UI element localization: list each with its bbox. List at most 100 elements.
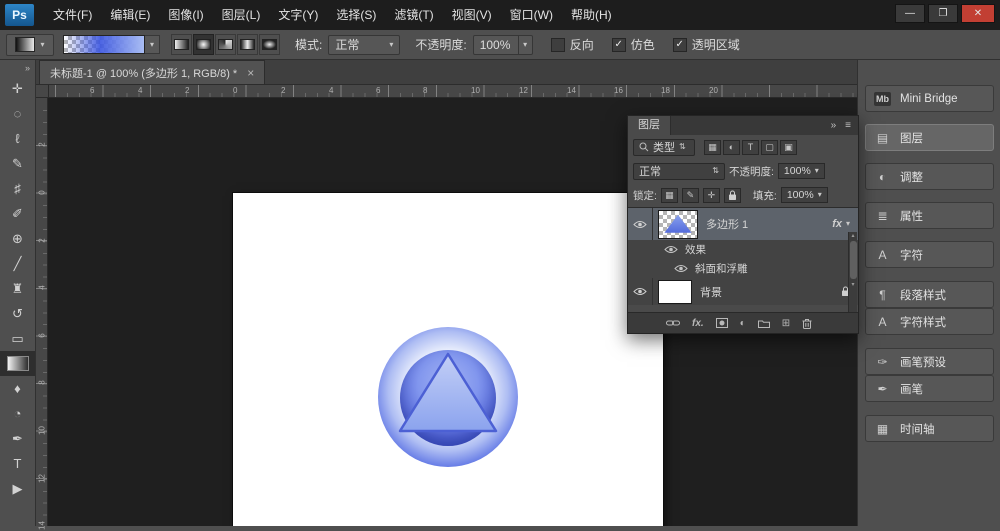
menu-type[interactable]: 文字(Y): [269, 0, 327, 30]
spot-healing-brush-tool[interactable]: ⊕: [0, 226, 35, 251]
type-tool[interactable]: T: [0, 451, 35, 476]
scroll-down-icon[interactable]: ▾: [851, 281, 854, 288]
lock-transparency-icon[interactable]: ▦: [661, 188, 678, 203]
dodge-tool[interactable]: ◔: [0, 401, 35, 426]
link-layers-icon[interactable]: [666, 319, 680, 327]
visibility-eye-icon[interactable]: [628, 278, 653, 305]
filter-smart-object-icon[interactable]: ▣: [780, 140, 797, 155]
lasso-tool[interactable]: ℓ: [0, 126, 35, 151]
dock-item-brush-presets[interactable]: ✑ 画笔预设: [865, 348, 994, 375]
tool-preset-picker[interactable]: ▾: [6, 34, 54, 56]
clone-stamp-tool[interactable]: ♜: [0, 276, 35, 301]
gradient-tool[interactable]: [0, 351, 35, 376]
maximize-button[interactable]: ❐: [928, 4, 958, 23]
tab-close-icon[interactable]: ×: [247, 67, 254, 79]
menu-image[interactable]: 图像(I): [159, 0, 212, 30]
minimize-button[interactable]: —: [895, 4, 925, 23]
panel-collapse-icon[interactable]: »: [831, 120, 837, 131]
lock-all-icon[interactable]: [724, 188, 741, 203]
bevel-emboss-row[interactable]: 斜面和浮雕: [628, 259, 858, 278]
dock-item-layers[interactable]: ▤ 图层: [865, 124, 994, 151]
dock-item-paragraph-styles[interactable]: ¶ 段落样式: [865, 281, 994, 308]
add-layer-style-icon[interactable]: fx.: [692, 318, 704, 329]
elliptical-marquee-tool[interactable]: ◌: [0, 101, 35, 126]
brush-tool[interactable]: ╱: [0, 251, 35, 276]
dither-checkbox[interactable]: ✓ 仿色: [612, 36, 655, 53]
layer-filter-select[interactable]: 类型 ⇅: [633, 139, 695, 156]
close-button[interactable]: ✕: [961, 4, 995, 23]
pen-tool[interactable]: ✒: [0, 426, 35, 451]
reflected-gradient-button[interactable]: [237, 34, 258, 55]
delete-layer-icon[interactable]: [802, 318, 812, 329]
document-tab[interactable]: 未标题-1 @ 100% (多边形 1, RGB/8) * ×: [39, 60, 265, 84]
effects-label[interactable]: 效果: [685, 242, 706, 257]
panel-menu-icon[interactable]: ≡: [845, 120, 851, 131]
dock-item-brush[interactable]: ✒ 画笔: [865, 375, 994, 402]
new-layer-icon[interactable]: ⊞: [782, 318, 790, 329]
scroll-up-icon[interactable]: ▴: [851, 232, 854, 239]
layer-row-background[interactable]: 背景: [628, 278, 858, 305]
layer-effects-row[interactable]: 效果: [628, 240, 858, 259]
angle-gradient-button[interactable]: [215, 34, 236, 55]
fill-value-field[interactable]: 100% ▾: [781, 187, 828, 203]
scrollbar-thumb[interactable]: [850, 241, 857, 279]
eyedropper-tool[interactable]: ✐: [0, 201, 35, 226]
radial-gradient-button[interactable]: [193, 34, 214, 55]
history-brush-tool[interactable]: ↺: [0, 301, 35, 326]
visibility-eye-icon[interactable]: [674, 264, 688, 273]
filter-shape-layers-icon[interactable]: ▢: [761, 140, 778, 155]
lock-position-icon[interactable]: ✛: [703, 188, 720, 203]
gradient-picker-arrow[interactable]: ▾: [145, 35, 160, 54]
filter-pixel-layers-icon[interactable]: ▦: [704, 140, 721, 155]
menu-filter[interactable]: 滤镜(T): [385, 0, 442, 30]
blend-mode-select[interactable]: 正常 ▾: [328, 35, 400, 55]
crop-tool[interactable]: ♯: [0, 176, 35, 201]
opacity-value-field[interactable]: 100%: [473, 35, 519, 55]
quick-selection-tool[interactable]: ✎: [0, 151, 35, 176]
dock-item-adjustments[interactable]: ◐ 调整: [865, 163, 994, 190]
menu-window[interactable]: 窗口(W): [501, 0, 562, 30]
lock-pixels-icon[interactable]: ✎: [682, 188, 699, 203]
path-selection-tool[interactable]: ▶: [0, 476, 35, 501]
dock-item-character[interactable]: A 字符: [865, 241, 994, 268]
layers-panel-tab[interactable]: 图层: [628, 116, 671, 135]
artboard[interactable]: [233, 193, 663, 526]
background-thumbnail[interactable]: [658, 280, 692, 304]
dock-item-timeline[interactable]: ▦ 时间轴: [865, 415, 994, 442]
opacity-dropdown-arrow[interactable]: ▾: [519, 35, 533, 55]
blur-tool[interactable]: ♦: [0, 376, 35, 401]
new-adjustment-layer-icon[interactable]: ◐: [740, 318, 746, 329]
layer-opacity-field[interactable]: 100% ▾: [778, 163, 825, 179]
background-layer-name[interactable]: 背景: [700, 284, 722, 300]
reverse-checkbox[interactable]: 反向: [551, 36, 594, 53]
menu-layer[interactable]: 图层(L): [213, 0, 270, 30]
move-tool[interactable]: ✛: [0, 76, 35, 101]
linear-gradient-button[interactable]: [171, 34, 192, 55]
menu-help[interactable]: 帮助(H): [562, 0, 621, 30]
layer-blend-mode-select[interactable]: 正常 ⇅: [633, 163, 725, 180]
menu-view[interactable]: 视图(V): [443, 0, 501, 30]
menu-select[interactable]: 选择(S): [327, 0, 385, 30]
menu-file[interactable]: 文件(F): [44, 0, 101, 30]
layer-name[interactable]: 多边形 1: [706, 216, 748, 232]
diamond-gradient-button[interactable]: [259, 34, 280, 55]
eraser-tool[interactable]: ▭: [0, 326, 35, 351]
add-layer-mask-icon[interactable]: [716, 318, 728, 328]
toolbar-collapse-icon[interactable]: »: [0, 60, 35, 76]
bevel-emboss-label[interactable]: 斜面和浮雕: [695, 261, 748, 276]
dock-item-properties[interactable]: ≣ 属性: [865, 202, 994, 229]
dock-item-mini-bridge[interactable]: Mb Mini Bridge: [865, 85, 994, 112]
visibility-eye-icon[interactable]: [664, 245, 678, 254]
layer-thumbnail[interactable]: [658, 210, 698, 239]
fx-collapse-arrow-icon[interactable]: ▾: [846, 220, 850, 228]
new-group-icon[interactable]: [758, 319, 770, 328]
filter-adjustment-layers-icon[interactable]: ◐: [723, 140, 740, 155]
filter-type-layers-icon[interactable]: T: [742, 140, 759, 155]
transparency-checkbox[interactable]: ✓ 透明区域: [673, 36, 740, 53]
dock-item-character-styles[interactable]: A 字符样式: [865, 308, 994, 335]
visibility-eye-icon[interactable]: [628, 208, 653, 240]
layer-fx-badge[interactable]: fx: [832, 218, 842, 230]
layer-row-polygon[interactable]: 多边形 1 fx ▾: [628, 208, 858, 240]
gradient-preview-swatch[interactable]: [63, 35, 145, 54]
menu-edit[interactable]: 编辑(E): [101, 0, 159, 30]
